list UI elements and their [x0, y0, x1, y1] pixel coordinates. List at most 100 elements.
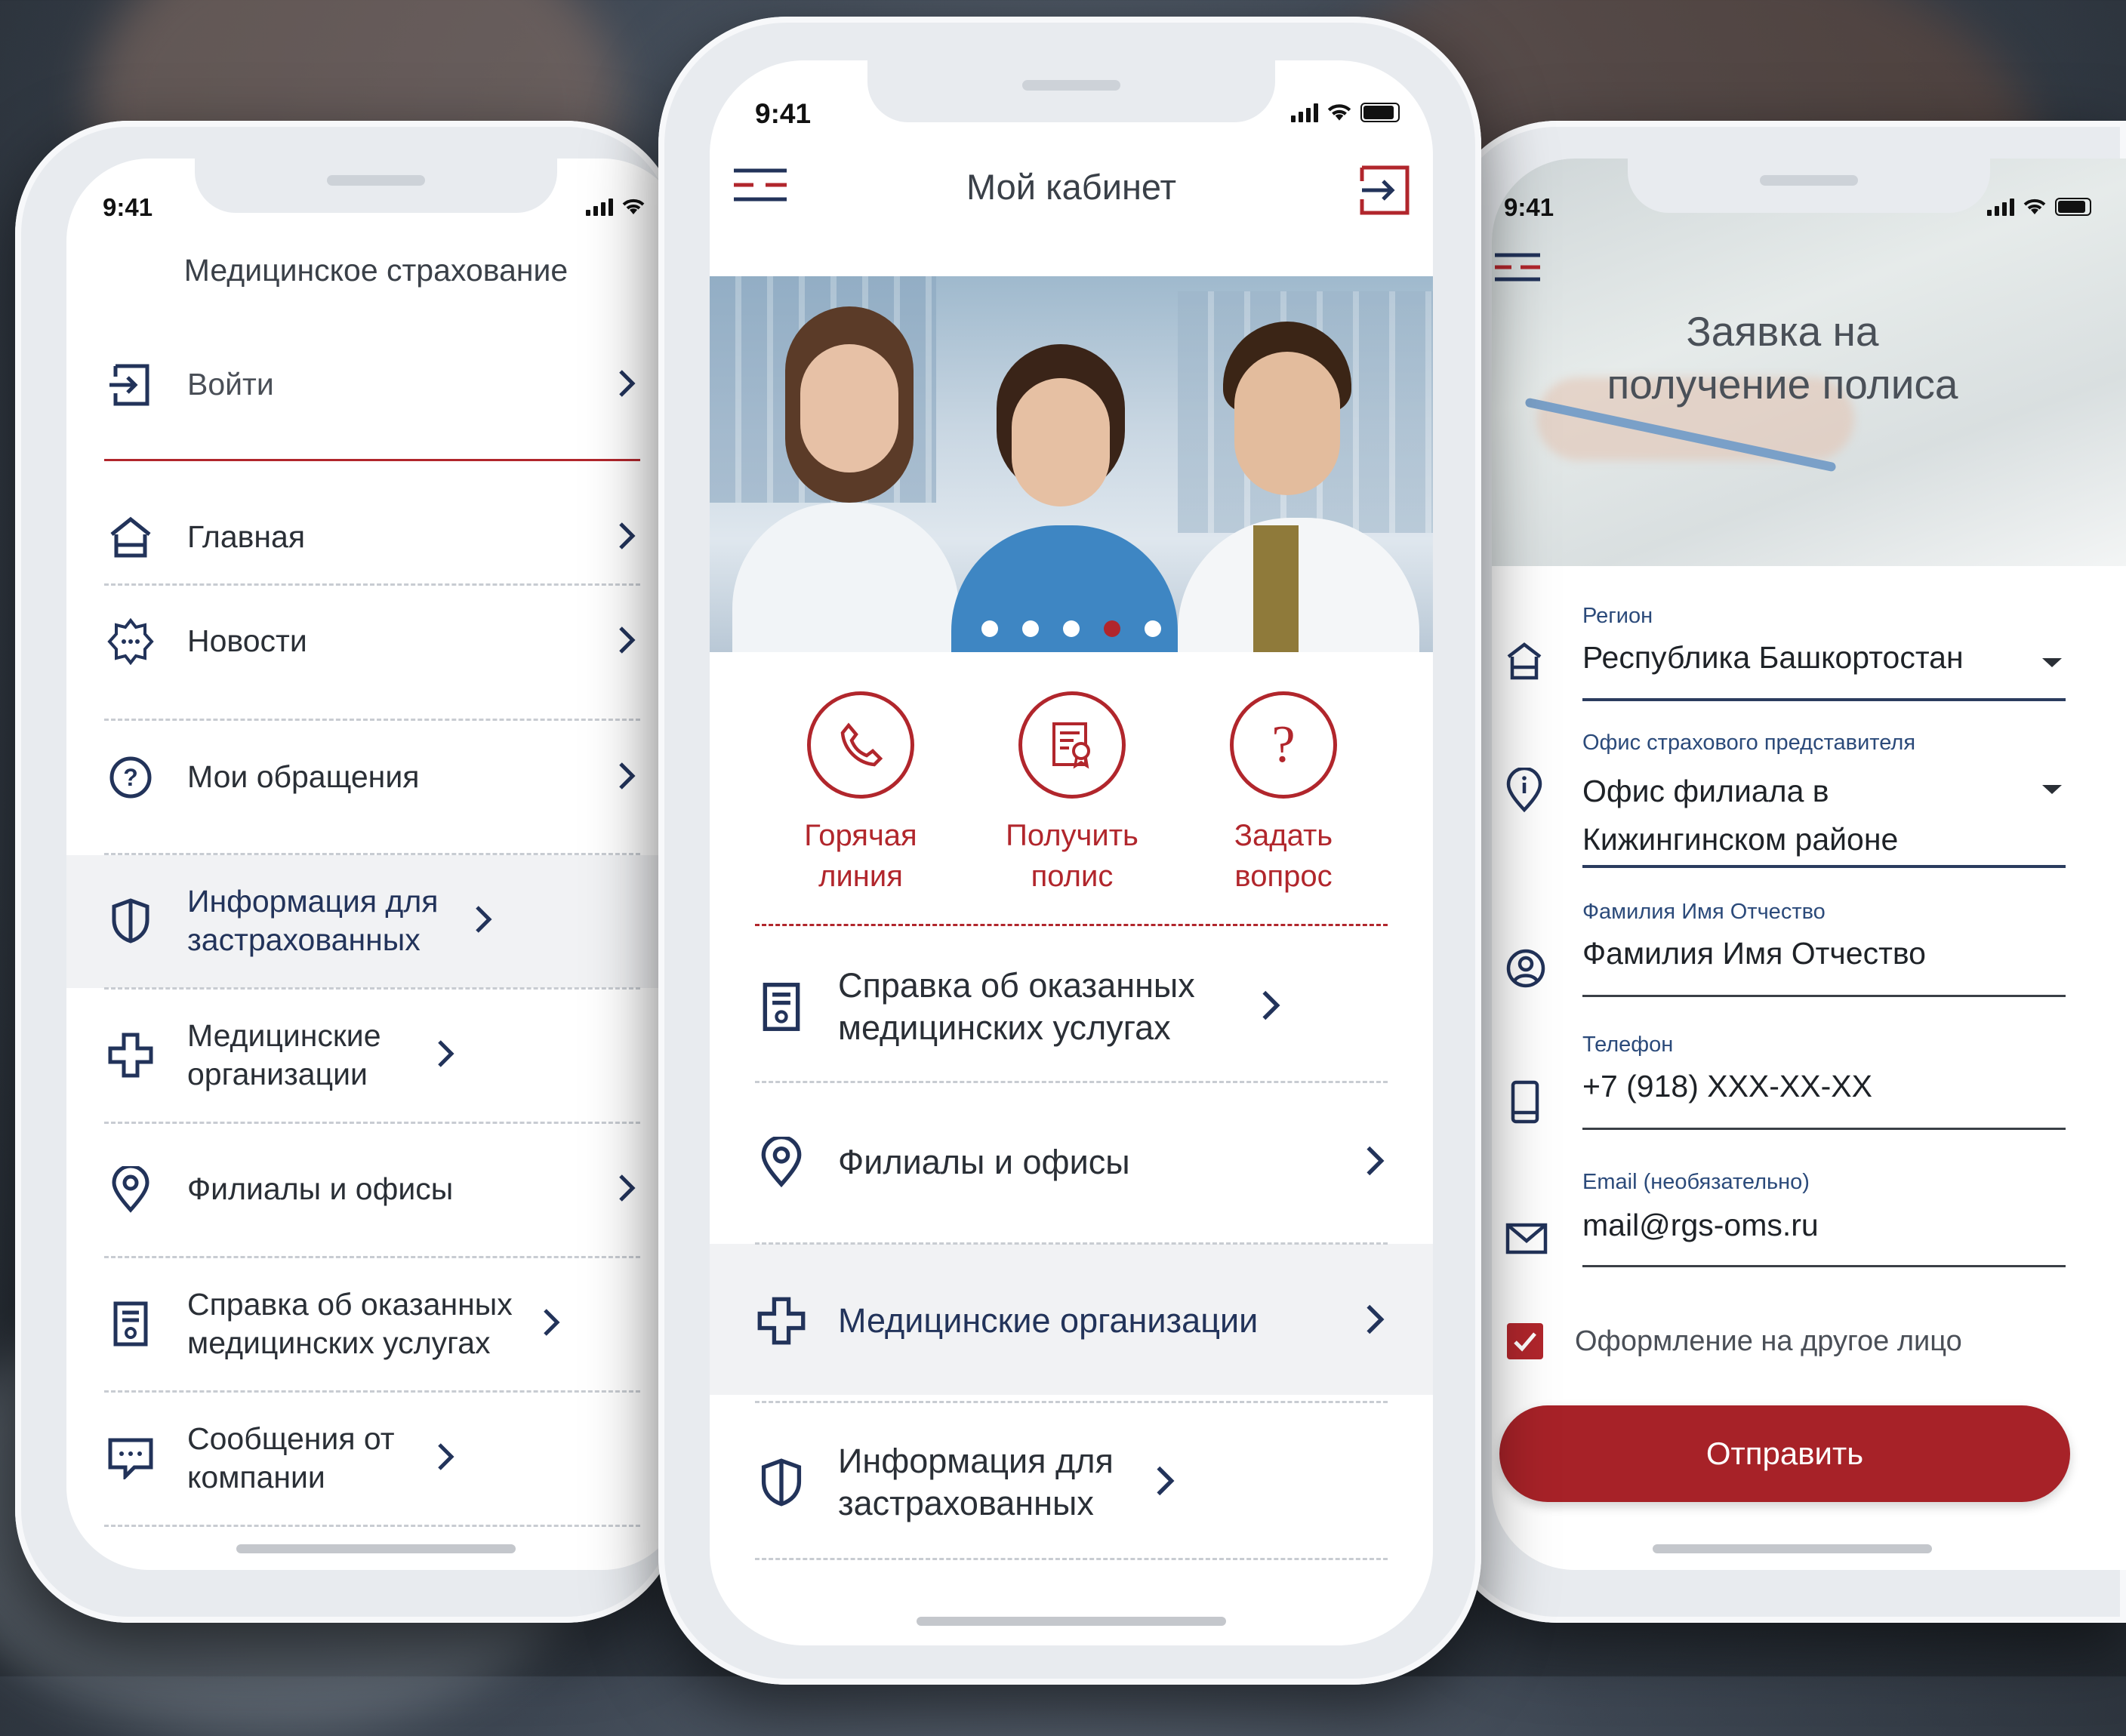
- location-pin-icon: [761, 1137, 802, 1188]
- status-time: 9:41: [755, 98, 812, 129]
- chevron-right-icon: [438, 1442, 454, 1470]
- menu-label: Медицинские организации: [838, 1300, 1259, 1340]
- chevron-right-icon: [544, 1308, 560, 1336]
- left-screen: 9:41 Медицинское страхование Войти Главн…: [66, 159, 686, 1570]
- certificate-icon: [1052, 722, 1090, 769]
- menu-label: Медицинские организации: [187, 1017, 381, 1091]
- menu-item-medical-orgs[interactable]: Медицинские организации: [104, 1002, 640, 1108]
- menu-item-insured[interactable]: Информация для застрахованных: [104, 868, 640, 974]
- battery-icon: [1360, 103, 1400, 122]
- action-label: Горячая линия: [804, 819, 917, 893]
- question-icon: ?: [1271, 718, 1295, 772]
- chevron-right-icon: [619, 522, 636, 549]
- menu-item-main[interactable]: Главная: [104, 485, 640, 590]
- menu-label: Филиалы и офисы: [838, 1142, 1130, 1181]
- home-indicator: [1653, 1544, 1932, 1553]
- battery-icon: [2055, 198, 2091, 216]
- doctor-figure: [1012, 378, 1110, 506]
- right-screen: 9:41 Заявка на получение полиса Регион Р…: [1492, 159, 2126, 1570]
- chevron-right-icon: [619, 626, 636, 654]
- menu-item-report[interactable]: Справка об оказанных медицинских услугах: [755, 946, 1388, 1067]
- message-icon: [108, 1438, 153, 1479]
- wifi-icon: [2023, 199, 2046, 214]
- menu-item-report[interactable]: Справка об оказанных медицинских услугах: [104, 1271, 640, 1377]
- carousel-dot[interactable]: [1063, 620, 1080, 637]
- left-phone: 9:41 Медицинское страхование Войти Главн…: [15, 121, 686, 1623]
- chevron-right-icon: [438, 1039, 454, 1067]
- status-icons: [1987, 198, 2091, 216]
- home-indicator: [236, 1544, 516, 1553]
- center-phone: 9:41 Мой кабинет Горячая линия Получить …: [658, 17, 1481, 1685]
- document-icon: [763, 983, 800, 1031]
- chevron-right-icon: [1366, 1146, 1385, 1175]
- fio-underline: [1582, 995, 2066, 997]
- action-ask-question[interactable]: ? Задать вопрос: [1208, 691, 1359, 897]
- action-hotline[interactable]: Горячая линия: [785, 691, 936, 897]
- logout-icon[interactable]: [1359, 165, 1410, 216]
- page-title: Медицинское страхование: [183, 253, 568, 288]
- chevron-right-icon: [619, 762, 636, 790]
- phone-input[interactable]: +7 (918) XXX-XX-XX: [1582, 1069, 1872, 1104]
- fio-input[interactable]: Фамилия Имя Отчество: [1582, 936, 1926, 971]
- banner-image[interactable]: [710, 276, 1433, 652]
- submit-button-label: Отправить: [1705, 1436, 1864, 1471]
- document-icon: [113, 1301, 148, 1347]
- menu-label: Филиалы и офисы: [187, 1171, 454, 1207]
- other-person-checkbox[interactable]: [1507, 1323, 1543, 1359]
- signal-icon: [1987, 199, 2014, 216]
- dropdown-arrow-icon[interactable]: [2041, 657, 2063, 669]
- submit-button[interactable]: Отправить: [1499, 1405, 2070, 1502]
- menu-label: Сообщения от компании: [187, 1421, 395, 1494]
- email-underline: [1582, 1265, 2066, 1267]
- menu-label: Новости: [187, 623, 307, 659]
- shield-icon: [112, 898, 149, 943]
- news-icon: [107, 618, 154, 665]
- carousel-dot[interactable]: [1022, 620, 1039, 637]
- signal-icon: [586, 199, 613, 216]
- menu-item-insured[interactable]: Информация для застрахованных: [755, 1422, 1388, 1543]
- login-label: Войти: [187, 367, 274, 402]
- login-divider: [104, 459, 640, 461]
- doctor-figure: [1234, 352, 1340, 495]
- office-select[interactable]: Офис филиала в Кижингинском районе: [1582, 767, 1975, 863]
- action-label: Получить полис: [1006, 819, 1138, 893]
- mail-icon: [1505, 1223, 1548, 1254]
- home-icon: [1507, 642, 1542, 680]
- menu-item-branches[interactable]: Филиалы и офисы: [755, 1102, 1388, 1223]
- menu-label: Справка об оказанных медицинских услугах: [838, 965, 1195, 1047]
- mobile-phone-icon: [1511, 1080, 1539, 1124]
- menu-item-medical-orgs[interactable]: Медицинские организации: [755, 1260, 1388, 1381]
- chevron-right-icon: [619, 1174, 636, 1202]
- carousel-dots: [710, 620, 1433, 637]
- email-input[interactable]: mail@rgs-oms.ru: [1582, 1208, 1819, 1243]
- carousel-dot[interactable]: [981, 620, 998, 637]
- user-icon: [1506, 949, 1545, 988]
- page-title: Заявка на получение полиса: [1607, 308, 1958, 408]
- action-get-policy[interactable]: Получить полис: [997, 691, 1148, 897]
- office-underline: [1582, 865, 2066, 868]
- menu-label: Справка об оказанных медицинских услугах: [187, 1286, 513, 1360]
- hamburger-menu-icon[interactable]: [1493, 251, 1542, 285]
- carousel-dot-active[interactable]: [1104, 620, 1120, 637]
- region-select[interactable]: Республика Башкортостан: [1582, 640, 1964, 676]
- question-icon: ?: [109, 756, 152, 799]
- menu-label: Главная: [187, 519, 306, 555]
- menu-label: Информация для застрахованных: [187, 883, 439, 957]
- chevron-right-icon: [1157, 1466, 1175, 1495]
- fio-label: Фамилия Имя Отчество: [1582, 900, 1826, 924]
- region-label: Регион: [1582, 604, 1653, 628]
- wifi-icon: [1327, 104, 1351, 121]
- wifi-icon: [622, 199, 645, 214]
- menu-item-messages[interactable]: Сообщения от компании: [104, 1405, 640, 1511]
- dropdown-arrow-icon[interactable]: [2041, 783, 2063, 796]
- carousel-dot[interactable]: [1145, 620, 1161, 637]
- status-icons: [586, 198, 646, 216]
- location-pin-icon: [112, 1166, 149, 1213]
- menu-item-news[interactable]: Новости: [104, 589, 640, 694]
- shield-icon: [761, 1458, 802, 1507]
- menu-item-appeals[interactable]: ? Мои обращения: [104, 725, 640, 830]
- status-icons: [1291, 103, 1400, 122]
- home-indicator: [917, 1617, 1226, 1626]
- login-item[interactable]: Войти: [104, 347, 640, 423]
- menu-item-branches[interactable]: Филиалы и офисы: [104, 1137, 640, 1242]
